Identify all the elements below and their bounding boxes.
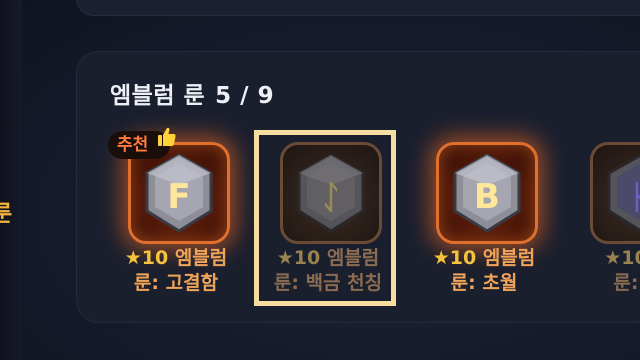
rune-tile[interactable]: B [436,142,538,244]
rune-name-line2: 룬: 초월 [450,272,518,294]
rune-name: ★10 엠블럼 룬: 초월 [424,246,544,296]
rune-name: ★10 엠블럼 룬: 고결함 [116,246,236,296]
side-tab-label: 룬 [0,202,13,227]
left-side-tab[interactable]: 룬 [0,0,22,360]
upper-panel [76,0,640,16]
rune-name-line2: 룬: 고결함 [133,272,219,294]
rune-name-line2: 룬: 최 [613,272,640,294]
rune-gem-icon: F [145,153,213,233]
rune-card-partial[interactable]: ᚺ ★10 엠 룬: 최 [578,132,640,312]
rune-count: 5 / 9 [215,83,275,109]
panel-title: 엠블럼 룬 5 / 9 [110,76,274,110]
rune-gem-icon: B [453,153,521,233]
rune-card-transcendence[interactable]: B ★10 엠블럼 룬: 초월 [424,132,544,312]
rune-name: ★10 엠 룬: 최 [578,246,640,296]
rune-grade: ★10 [124,247,169,269]
rune-glyph: B [474,177,500,217]
rune-tile[interactable]: ᚺ [590,142,640,244]
rune-card-noble[interactable]: F ★10 엠블럼 룬: 고결함 [116,132,236,312]
rune-screen: 룬 엠블럼 룬5 / 9 F ★10 엠블럼 룬: 고결함 ᛇ ★10 엠블럼 … [0,0,640,360]
selection-frame [254,130,396,306]
thumbs-up-icon [158,127,176,146]
rune-glyph: F [167,177,190,217]
rune-name-line1: 엠블럼 [482,247,536,269]
rune-gem-icon: ᚺ [607,153,640,233]
rune-grade: ★10 [432,247,477,269]
rune-grade: ★10 [604,247,640,269]
rune-name-line1: 엠블럼 [174,247,228,269]
rune-glyph: ᚺ [631,178,640,216]
panel-title-text: 엠블럼 룬 [110,83,206,109]
